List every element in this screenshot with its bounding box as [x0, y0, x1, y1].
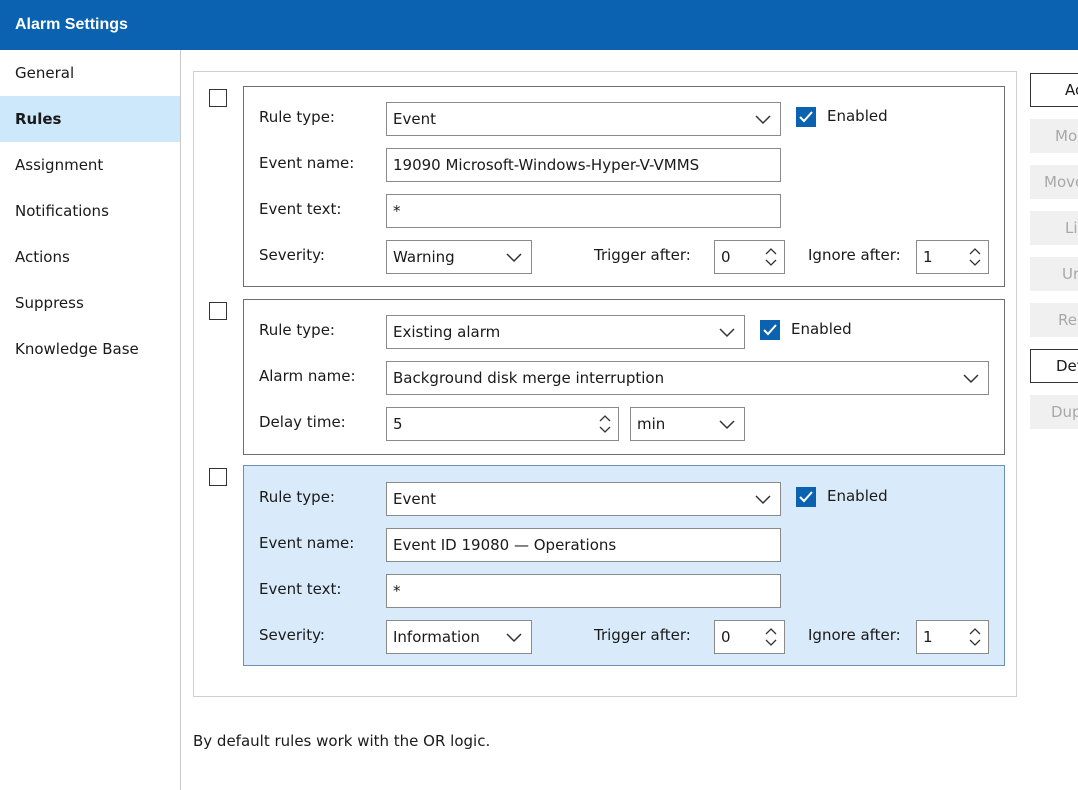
trigger-after-label: Trigger after: [594, 246, 691, 264]
rule-3-select-checkbox[interactable] [209, 468, 227, 486]
rule-3-event-text-field[interactable]: * [386, 574, 781, 608]
rule-3-enabled-label: Enabled [827, 487, 888, 505]
rule-1-severity-dropdown[interactable]: Warning [386, 240, 532, 274]
rule-2-alarm-name-value: Background disk merge interruption [393, 369, 665, 387]
chevron-down-icon [755, 115, 771, 125]
rule-2-alarm-name-dropdown[interactable]: Background disk merge interruption [386, 361, 989, 395]
alarm-name-label: Alarm name: [259, 367, 356, 385]
rule-type-label: Rule type: [259, 321, 335, 339]
rule-2-delay-time-value: 5 [393, 415, 403, 433]
remove-button[interactable]: Re [1030, 303, 1078, 337]
chevron-down-icon [506, 253, 522, 263]
sidebar-item-assignment[interactable]: Assignment [0, 142, 180, 188]
chevron-down-icon [506, 633, 522, 643]
sidebar-item-rules[interactable]: Rules [0, 96, 180, 142]
spin-arrows-icon[interactable] [598, 412, 612, 436]
rule-3-event-name-field[interactable]: Event ID 19080 — Operations [386, 528, 781, 562]
details-button[interactable]: Det [1030, 349, 1078, 383]
rule-2-enabled-checkbox[interactable] [760, 320, 780, 340]
rule-1-enabled-checkbox[interactable] [796, 107, 816, 127]
trigger-after-label: Trigger after: [594, 626, 691, 644]
rule-1-type-dropdown[interactable]: Event [386, 102, 781, 136]
rule-1-severity-value: Warning [393, 248, 455, 266]
rule-2-delay-time-stepper[interactable]: 5 [386, 407, 619, 441]
rule-3-trigger-after-stepper[interactable]: 0 [714, 620, 785, 654]
rule-1-ignore-after-value: 1 [923, 248, 933, 266]
rule-3-ignore-after-stepper[interactable]: 1 [916, 620, 989, 654]
event-text-label: Event text: [259, 580, 342, 598]
rule-3-trigger-after-value: 0 [721, 628, 731, 646]
spin-arrows-icon[interactable] [968, 245, 982, 269]
delay-time-label: Delay time: [259, 413, 346, 431]
chevron-down-icon [755, 495, 771, 505]
severity-label: Severity: [259, 246, 325, 264]
rule-1-ignore-after-stepper[interactable]: 1 [916, 240, 989, 274]
move-up-button[interactable]: Mo [1030, 119, 1078, 153]
spin-arrows-icon[interactable] [968, 625, 982, 649]
chevron-down-icon [963, 374, 979, 384]
rule-type-label: Rule type: [259, 488, 335, 506]
spin-arrows-icon[interactable] [764, 625, 778, 649]
severity-label: Severity: [259, 626, 325, 644]
unlink-button[interactable]: Ur [1030, 257, 1078, 291]
sidebar-item-notifications[interactable]: Notifications [0, 188, 180, 234]
add-rule-button[interactable]: Ac [1030, 73, 1078, 107]
rule-2-enabled-label: Enabled [791, 320, 852, 338]
sidebar-item-general[interactable]: General [0, 50, 180, 96]
sidebar: General Rules Assignment Notifications A… [0, 50, 181, 790]
checkmark-icon [799, 491, 813, 503]
sidebar-item-knowledge-base[interactable]: Knowledge Base [0, 326, 180, 372]
title-bar: Alarm Settings [0, 0, 1078, 50]
chevron-down-icon [719, 420, 735, 430]
rule-1-enabled-label: Enabled [827, 107, 888, 125]
rule-1-event-text-field[interactable]: * [386, 194, 781, 228]
rule-3-type-value: Event [393, 490, 436, 508]
rule-2-type-value: Existing alarm [393, 323, 501, 341]
chevron-down-icon [719, 328, 735, 338]
link-button[interactable]: Li [1030, 211, 1078, 245]
rule-3-severity-dropdown[interactable]: Information [386, 620, 532, 654]
window-title: Alarm Settings [15, 16, 128, 33]
rule-1-trigger-after-stepper[interactable]: 0 [714, 240, 785, 274]
rule-1-type-value: Event [393, 110, 436, 128]
sidebar-item-actions[interactable]: Actions [0, 234, 180, 280]
checkmark-icon [763, 324, 777, 336]
checkmark-icon [799, 111, 813, 123]
rule-3-enabled-checkbox[interactable] [796, 487, 816, 507]
spin-arrows-icon[interactable] [764, 245, 778, 269]
rule-3-ignore-after-value: 1 [923, 628, 933, 646]
rule-2-delay-unit-value: min [637, 415, 666, 433]
event-text-label: Event text: [259, 200, 342, 218]
ignore-after-label: Ignore after: [808, 626, 901, 644]
rule-3-severity-value: Information [393, 628, 480, 646]
rule-2-select-checkbox[interactable] [209, 302, 227, 320]
sidebar-item-suppress[interactable]: Suppress [0, 280, 180, 326]
rule-type-label: Rule type: [259, 108, 335, 126]
or-logic-note: By default rules work with the OR logic. [193, 732, 491, 750]
rule-2-type-dropdown[interactable]: Existing alarm [386, 315, 745, 349]
ignore-after-label: Ignore after: [808, 246, 901, 264]
rule-3-type-dropdown[interactable]: Event [386, 482, 781, 516]
rule-1-select-checkbox[interactable] [209, 89, 227, 107]
rule-2-delay-unit-dropdown[interactable]: min [630, 407, 745, 441]
rule-1-trigger-after-value: 0 [721, 248, 731, 266]
rule-1-event-name-field[interactable]: 19090 Microsoft-Windows-Hyper-V-VMMS [386, 148, 781, 182]
event-name-label: Event name: [259, 154, 355, 172]
duplicate-button[interactable]: Dup [1030, 395, 1078, 429]
move-down-button[interactable]: Move [1030, 165, 1078, 199]
event-name-label: Event name: [259, 534, 355, 552]
